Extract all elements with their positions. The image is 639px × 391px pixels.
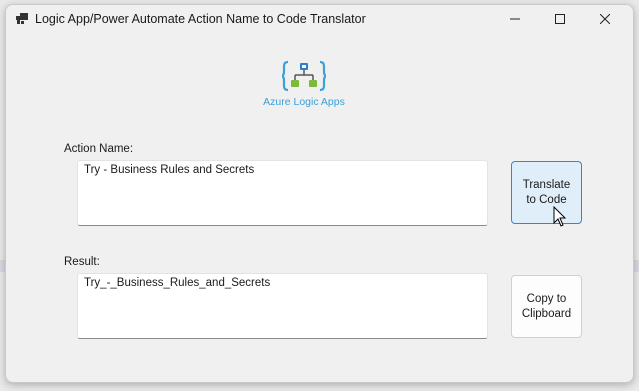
maximize-icon	[555, 14, 565, 24]
maximize-button[interactable]	[537, 5, 583, 33]
copy-to-clipboard-button[interactable]: Copy to Clipboard	[511, 275, 582, 338]
action-name-input[interactable]: Try - Business Rules and Secrets	[77, 160, 488, 226]
action-name-label: Action Name:	[64, 143, 134, 155]
copy-button-line1: Copy to	[526, 292, 567, 305]
result-output[interactable]: Try_-_Business_Rules_and_Secrets	[77, 273, 488, 339]
copy-button-line2: Clipboard	[521, 307, 572, 320]
translate-to-code-button[interactable]: Translate to Code	[511, 161, 582, 224]
app-window: Logic App/Power Automate Action Name to …	[5, 4, 634, 383]
close-button[interactable]	[582, 5, 628, 33]
minimize-icon	[510, 18, 520, 20]
title-bar[interactable]: Logic App/Power Automate Action Name to …	[6, 5, 633, 33]
azure-logic-apps-logo: Azure Logic Apps	[254, 57, 354, 117]
logo-caption: Azure Logic Apps	[263, 96, 345, 108]
app-icon	[16, 13, 28, 24]
close-icon	[600, 14, 610, 24]
translate-button-line1: Translate	[522, 178, 571, 191]
minimize-button[interactable]	[492, 5, 538, 33]
window-title: Logic App/Power Automate Action Name to …	[35, 12, 366, 26]
logic-apps-workflow-icon	[282, 60, 326, 92]
result-label: Result:	[64, 256, 100, 268]
mouse-pointer-icon	[553, 206, 567, 227]
